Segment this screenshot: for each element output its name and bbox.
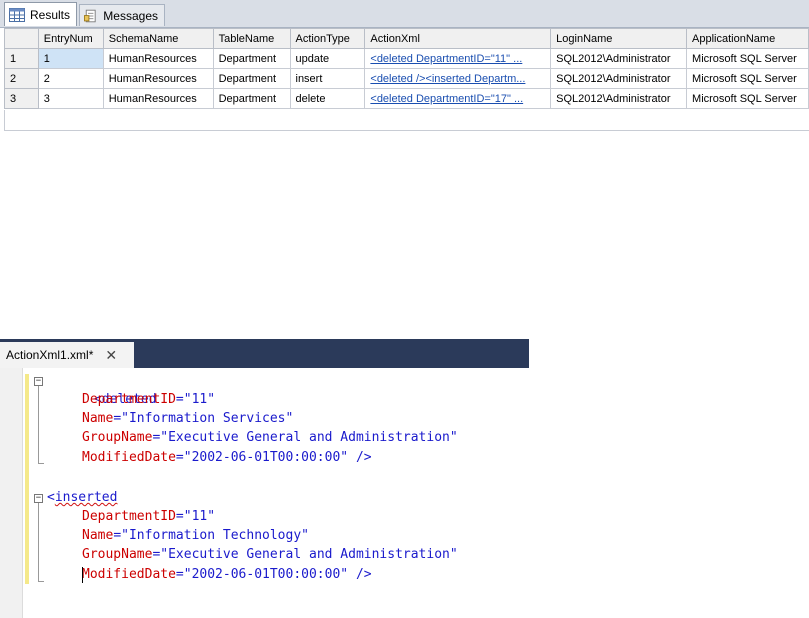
results-panel: Results Messages EntryNum SchemaName Tab… [0, 0, 809, 131]
fold-guide [38, 503, 39, 581]
results-grid: EntryNum SchemaName TableName ActionType… [4, 28, 809, 109]
grid-header-row: EntryNum SchemaName TableName ActionType… [4, 28, 809, 49]
cell-tablename[interactable]: Department [212, 68, 291, 89]
column-header[interactable]: ApplicationName [686, 28, 809, 49]
cell-applicationname[interactable]: Microsoft SQL Server [686, 88, 809, 109]
xml-code-area[interactable]: − − <deleted DepartmentID="11" Name="Inf… [0, 368, 529, 618]
fold-guide [38, 386, 39, 463]
column-header[interactable]: SchemaName [102, 28, 214, 49]
fold-guide-end [38, 463, 44, 464]
editor-indicator-margin [0, 368, 23, 618]
column-header[interactable]: LoginName [550, 28, 688, 49]
cell-schemaname[interactable]: HumanResources [102, 48, 214, 69]
cell-applicationname[interactable]: Microsoft SQL Server [686, 48, 809, 69]
row-number[interactable]: 3 [4, 88, 39, 109]
cell-entrynum-selected[interactable]: 1 [37, 48, 104, 69]
editor-tab-title: ActionXml1.xml* [6, 348, 94, 362]
cell-schemaname[interactable]: HumanResources [102, 68, 214, 89]
cell-applicationname[interactable]: Microsoft SQL Server [686, 68, 809, 89]
row-number[interactable]: 2 [4, 68, 39, 89]
collapse-icon[interactable]: − [34, 377, 43, 386]
column-header[interactable]: ActionXml [364, 28, 552, 49]
cell-actiontype[interactable]: update [289, 48, 366, 69]
cell-actionxml-link[interactable]: <deleted DepartmentID="17" ... [364, 88, 552, 109]
editor-tabbar: ActionXml1.xml* ✕ [0, 339, 529, 368]
table-row[interactable]: 3 3 HumanResources Department delete <de… [4, 88, 809, 109]
cell-loginname[interactable]: SQL2012\Administrator [550, 68, 688, 89]
cell-schemaname[interactable]: HumanResources [102, 88, 214, 109]
row-number[interactable]: 1 [4, 48, 39, 69]
grid-icon [9, 7, 25, 22]
document-icon [84, 9, 96, 22]
cell-entrynum[interactable]: 3 [37, 88, 104, 109]
cell-tablename[interactable]: Department [212, 48, 291, 69]
cell-loginname[interactable]: SQL2012\Administrator [550, 88, 688, 109]
results-tabbar: Results Messages [0, 0, 809, 28]
xml-attr-line: ModifiedDate="2002-06-01T00:00:00" /> [82, 567, 372, 582]
tab-results-label: Results [29, 7, 70, 22]
xml-attr-line: DepartmentID="11" [82, 509, 216, 524]
xml-attr-line: Name="Information Technology" [82, 528, 309, 543]
column-header[interactable]: ActionType [289, 28, 366, 49]
xml-attr-line: Name="Information Services" [82, 411, 294, 426]
cell-tablename[interactable]: Department [212, 88, 291, 109]
cell-entrynum[interactable]: 2 [37, 68, 104, 89]
fold-guide-end [38, 581, 44, 582]
tab-results[interactable]: Results [4, 2, 77, 26]
row-header-corner[interactable] [4, 28, 39, 49]
xml-attr-line: GroupName="Executive General and Adminis… [82, 547, 458, 562]
cell-actionxml-link[interactable]: <deleted /><inserted Departm... [364, 68, 552, 89]
cell-actionxml-link[interactable]: <deleted DepartmentID="11" ... [364, 48, 552, 69]
column-header[interactable]: TableName [212, 28, 291, 49]
xml-attr-line: DepartmentID="11" [82, 392, 216, 407]
xml-attr-line: GroupName="Executive General and Adminis… [82, 430, 458, 445]
collapse-icon[interactable]: − [34, 494, 43, 503]
tab-messages-label: Messages [103, 8, 158, 23]
column-header[interactable]: EntryNum [37, 28, 104, 49]
table-row[interactable]: 2 2 HumanResources Department insert <de… [4, 68, 809, 89]
tab-messages[interactable]: Messages [79, 4, 165, 26]
cell-loginname[interactable]: SQL2012\Administrator [550, 48, 688, 69]
cell-actiontype[interactable]: insert [289, 68, 366, 89]
table-row[interactable]: 1 1 HumanResources Department update <de… [4, 48, 809, 69]
editor-document-tab[interactable]: ActionXml1.xml* ✕ [0, 342, 134, 368]
cell-actiontype[interactable]: delete [289, 88, 366, 109]
xml-attr-line: ModifiedDate="2002-06-01T00:00:00" /> [82, 450, 372, 465]
close-icon[interactable]: ✕ [105, 347, 117, 364]
change-tracking-bar [25, 374, 29, 584]
text-caret [82, 567, 83, 583]
xml-tag-name-spellcheck: inserted [54, 490, 118, 505]
grid-empty-area [4, 110, 809, 131]
xml-editor-window: ActionXml1.xml* ✕ − − <deleted Departmen… [0, 339, 529, 618]
xml-line-inserted-open: <inserted [47, 490, 118, 505]
